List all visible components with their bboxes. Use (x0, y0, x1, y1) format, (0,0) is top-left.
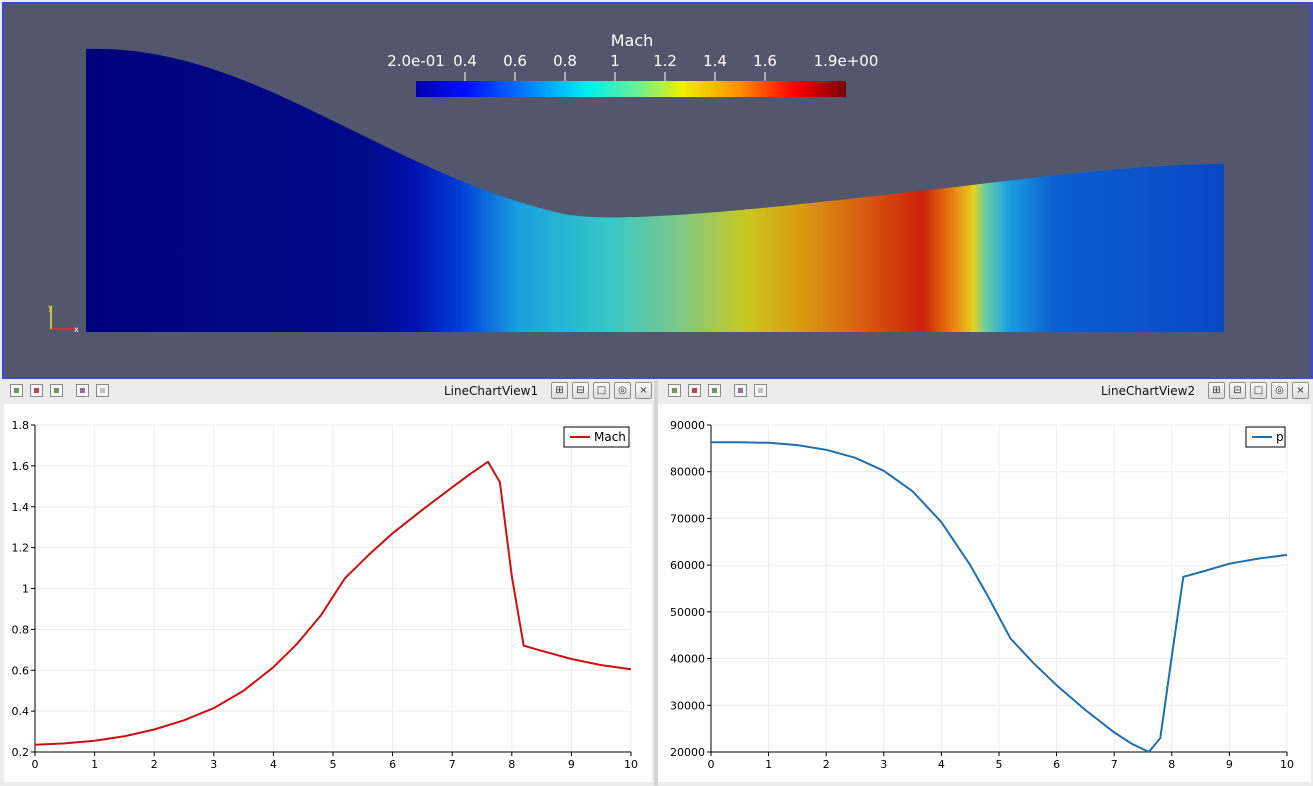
scalar-bar-label: 1.4 (703, 52, 727, 70)
select-mesh-icon[interactable] (76, 384, 89, 397)
x-tick-label: 3 (210, 758, 217, 771)
chart-view-1-toolbar: LineChartView1 ⊞ ⊟ □ ◎ × (0, 380, 654, 403)
capture-button[interactable]: ◎ (1271, 382, 1288, 399)
y-tick-label: 60000 (670, 559, 705, 572)
y-tick-label: 20000 (670, 746, 705, 759)
svg-text:y: y (48, 303, 53, 312)
clear-selection-icon[interactable] (96, 384, 109, 397)
scalar-bar-label: 1.9e+00 (814, 52, 879, 70)
select-points-on-icon[interactable] (50, 384, 63, 397)
close-view-button[interactable]: × (1292, 382, 1309, 399)
x-tick-label: 9 (1226, 758, 1233, 771)
y-tick-label: 1.8 (12, 419, 30, 432)
scalar-bar-label: 2.0e-01 (387, 52, 445, 70)
x-tick-label: 7 (1111, 758, 1118, 771)
select-points-icon[interactable] (10, 384, 23, 397)
select-points-icon[interactable] (668, 384, 681, 397)
x-tick-label: 1 (91, 758, 98, 771)
x-tick-label: 1 (765, 758, 772, 771)
x-tick-label: 7 (449, 758, 456, 771)
pressure-line-chart: 0 1 2 3 4 5 6 7 8 9 10 20000 30000 40000 50000 60000 700… (670, 419, 1294, 771)
x-tick-label: 6 (1053, 758, 1060, 771)
x-tick-label: 3 (880, 758, 887, 771)
split-horizontal-button[interactable]: ⊞ (551, 382, 568, 399)
x-tick-label: 4 (938, 758, 945, 771)
legend-label: p (1276, 430, 1284, 444)
y-tick-label: 40000 (670, 653, 705, 666)
select-points-on-icon[interactable] (708, 384, 721, 397)
close-view-button[interactable]: × (635, 382, 652, 399)
chart-view-2-toolbar: LineChartView2 ⊞ ⊟ □ ◎ × (658, 380, 1313, 403)
maximize-button[interactable]: □ (1250, 382, 1267, 399)
y-tick-label: 70000 (670, 512, 705, 525)
x-tick-label: 8 (508, 758, 515, 771)
x-tick-label: 0 (32, 758, 39, 771)
select-cells-icon[interactable] (688, 384, 701, 397)
y-tick-label: 0.6 (12, 664, 30, 677)
x-tick-label: 5 (330, 758, 337, 771)
y-tick-label: 0.2 (12, 746, 30, 759)
line-chart-view-2[interactable]: 0 1 2 3 4 5 6 7 8 9 10 20000 30000 40000 50000 60000 700… (658, 404, 1311, 782)
capture-button[interactable]: ◎ (614, 382, 631, 399)
scalar-bar-label: 0.4 (453, 52, 477, 70)
x-tick-label: 2 (151, 758, 158, 771)
split-vertical-button[interactable]: ⊟ (572, 382, 589, 399)
split-vertical-button[interactable]: ⊟ (1229, 382, 1246, 399)
x-tick-label: 10 (624, 758, 638, 771)
split-horizontal-button[interactable]: ⊞ (1208, 382, 1225, 399)
orientation-axes-icon: y x (48, 303, 79, 334)
y-tick-label: 1.4 (12, 501, 30, 514)
y-tick-label: 1.2 (12, 542, 30, 555)
mach-line-chart: 0 1 2 3 4 5 6 7 8 9 10 0.2 0.4 0.6 0.8 1 1.2 1.4 1.6 1.8 Mac… (12, 419, 639, 771)
render-view[interactable]: Mach 2.0e-01 0.4 0.6 0.8 1 1.2 1.4 1.6 1… (0, 0, 1313, 379)
x-tick-label: 2 (823, 758, 830, 771)
scalar-bar-title: Mach (611, 31, 654, 50)
scalar-bar-label: 1.6 (753, 52, 777, 70)
y-tick-label: 80000 (670, 466, 705, 479)
y-tick-label: 1 (22, 583, 29, 596)
y-tick-label: 30000 (670, 699, 705, 712)
x-tick-label: 10 (1280, 758, 1294, 771)
y-tick-label: 0.4 (12, 705, 30, 718)
y-tick-label: 0.8 (12, 623, 30, 636)
y-tick-label: 50000 (670, 606, 705, 619)
x-tick-label: 6 (389, 758, 396, 771)
scalar-bar-label: 1.2 (653, 52, 677, 70)
maximize-button[interactable]: □ (593, 382, 610, 399)
view-title: LineChartView1 (444, 384, 539, 398)
legend-label: Mach (594, 430, 626, 444)
x-tick-label: 8 (1168, 758, 1175, 771)
x-tick-label: 9 (568, 758, 575, 771)
y-tick-label: 1.6 (12, 460, 30, 473)
x-tick-label: 0 (708, 758, 715, 771)
y-tick-label: 90000 (670, 419, 705, 432)
scalar-bar-label: 0.8 (553, 52, 577, 70)
render-viewport[interactable]: Mach 2.0e-01 0.4 0.6 0.8 1 1.2 1.4 1.6 1… (2, 2, 1313, 379)
select-mesh-icon[interactable] (734, 384, 747, 397)
clear-selection-icon[interactable] (754, 384, 767, 397)
scalar-bar (416, 81, 846, 97)
scalar-bar-label: 0.6 (503, 52, 527, 70)
x-tick-label: 5 (996, 758, 1003, 771)
line-chart-view-1[interactable]: 0 1 2 3 4 5 6 7 8 9 10 0.2 0.4 0.6 0.8 1 1.2 1.4 1.6 1.8 Mac… (4, 404, 652, 782)
view-title: LineChartView2 (1101, 384, 1196, 398)
select-cells-icon[interactable] (30, 384, 43, 397)
svg-text:x: x (74, 325, 79, 334)
scalar-bar-label: 1 (610, 52, 620, 70)
x-tick-label: 4 (270, 758, 277, 771)
